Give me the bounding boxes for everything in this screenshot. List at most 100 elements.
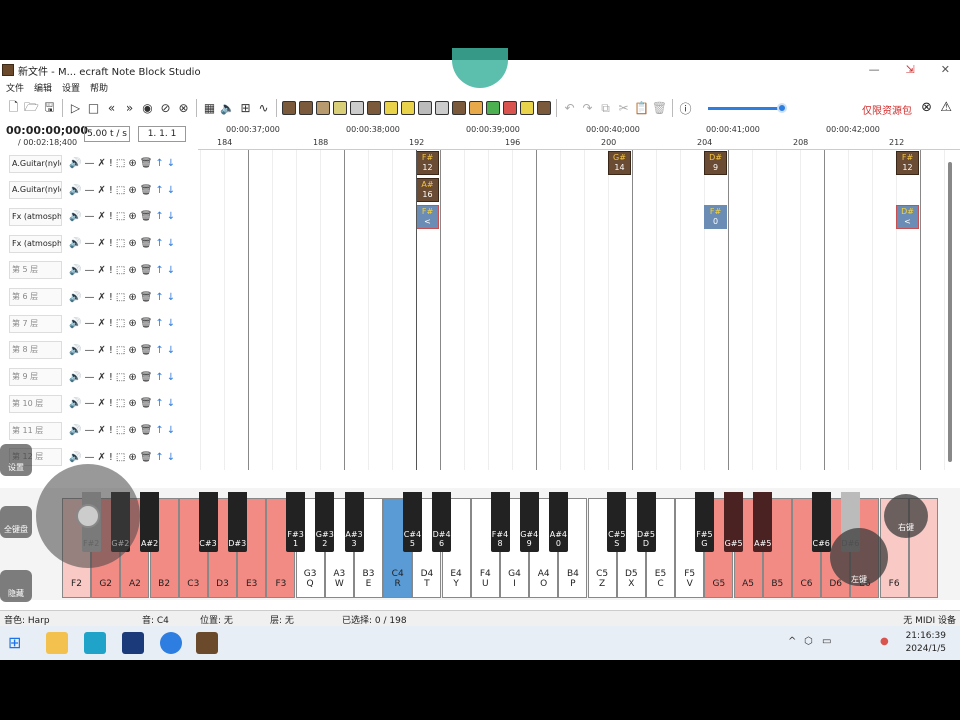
note-grid[interactable]: F# 12 A# 16 F# < G# 14 D# 9 F# 0 F# 12 D# < [198,150,948,470]
timeline-ruler[interactable]: 00:00:37;000 00:00:38;000 00:00:39;000 00:0… [198,122,960,150]
layer-select-icon[interactable]: ⬚ [116,398,125,409]
layer-stereo-icon[interactable]: — [84,158,94,169]
position-field[interactable]: 1. 1. 1 [138,126,186,142]
copy-icon[interactable]: ⧉ [598,101,613,116]
start-icon[interactable]: ⊞ [8,632,30,654]
layer-add-icon[interactable]: ⊕ [128,238,136,249]
layer-stereo-icon[interactable]: — [84,292,94,303]
info-icon[interactable]: ⓘ [678,101,693,116]
paste-icon[interactable]: 📋 [634,101,649,116]
instrument-bell-icon[interactable] [401,101,415,115]
layer-move-down-icon[interactable]: ↓ [167,238,175,249]
instrument-guitar-icon[interactable] [367,101,381,115]
layer-add-icon[interactable]: ⊕ [128,345,136,356]
piano-black-key[interactable]: C#3 [198,492,218,552]
layer-move-up-icon[interactable]: ↑ [155,238,163,249]
layer-name-field[interactable]: Fx (atmosph.) [9,234,62,253]
tray-display-icon[interactable]: ▭ [822,636,831,647]
layer-solo-icon[interactable]: ! [109,158,113,169]
layer-lock-icon[interactable]: ✗ [97,372,105,383]
layer-move-up-icon[interactable]: ↑ [155,452,163,463]
layer-solo-icon[interactable]: ! [109,372,113,383]
layer-solo-icon[interactable]: ! [109,318,113,329]
layer-stereo-icon[interactable]: — [84,452,94,463]
layer-stereo-icon[interactable]: — [84,265,94,276]
layer-delete-icon[interactable]: 🗑 [140,265,153,276]
layer-move-down-icon[interactable]: ↓ [167,185,175,196]
layer-move-down-icon[interactable]: ↓ [167,158,175,169]
layer-solo-icon[interactable]: ! [109,345,113,356]
layer-select-icon[interactable]: ⬚ [116,345,125,356]
layer-solo-icon[interactable]: ! [109,425,113,436]
layer-add-icon[interactable]: ⊕ [128,292,136,303]
note-block[interactable]: F# 12 [416,151,439,175]
instrument-iron-icon[interactable] [452,101,466,115]
app-cube-icon[interactable] [84,632,106,654]
metronome-icon[interactable]: ▦ [202,101,217,116]
open-file-icon[interactable]: 🗁 [24,100,39,116]
layer-stereo-icon[interactable]: — [84,345,94,356]
layer-lock-icon[interactable]: ✗ [97,185,105,196]
mute-icon[interactable]: ⊘ [158,101,173,116]
cut-icon[interactable]: ✂ [616,101,631,116]
layer-move-up-icon[interactable]: ↑ [155,372,163,383]
layer-solo-icon[interactable]: ! [109,211,113,222]
record-icon[interactable]: ◉ [140,101,155,116]
layer-name-field[interactable]: 第 5 层 [9,261,62,280]
instrument-chime-icon[interactable] [418,101,432,115]
layer-add-icon[interactable]: ⊕ [128,185,136,196]
layer-move-up-icon[interactable]: ↑ [155,398,163,409]
layer-lock-icon[interactable]: ✗ [97,452,105,463]
layer-stereo-icon[interactable]: — [84,425,94,436]
layer-volume-icon[interactable]: 🔊 [69,238,81,249]
keyboard-overlay-button[interactable]: 全键盘 [0,506,32,538]
compare-icon[interactable]: ⊞ [238,101,253,116]
layer-solo-icon[interactable]: ! [109,185,113,196]
volume-slider[interactable] [708,102,787,113]
note-block[interactable]: F# 12 [896,151,919,175]
warning-icon[interactable]: ⚠ [940,100,952,115]
piano-black-key[interactable]: D#4 6 [432,492,452,552]
layer-lock-icon[interactable]: ✗ [97,292,105,303]
minecraft-app-icon[interactable] [196,632,218,654]
layer-move-down-icon[interactable]: ↓ [167,345,175,356]
layer-add-icon[interactable]: ⊕ [128,452,136,463]
layer-name-field[interactable]: 第 8 层 [9,341,62,360]
layer-volume-icon[interactable]: 🔊 [69,211,81,222]
instrument-snare-icon[interactable] [333,101,347,115]
layer-add-icon[interactable]: ⊕ [128,318,136,329]
layer-move-down-icon[interactable]: ↓ [167,398,175,409]
piano-black-key[interactable]: D#3 [227,492,247,552]
layer-volume-icon[interactable]: 🔊 [69,158,81,169]
layer-volume-icon[interactable]: 🔊 [69,185,81,196]
layer-move-down-icon[interactable]: ↓ [167,318,175,329]
layer-delete-icon[interactable]: 🗑 [140,211,153,222]
layer-move-up-icon[interactable]: ↑ [155,318,163,329]
rewind-icon[interactable]: « [104,101,119,116]
close-circle-icon[interactable]: ⊗ [921,100,932,115]
layer-move-down-icon[interactable]: ↓ [167,452,175,463]
instrument-didgeridoo-icon[interactable] [486,101,500,115]
layer-move-up-icon[interactable]: ↑ [155,185,163,196]
layer-volume-icon[interactable]: 🔊 [69,398,81,409]
layer-delete-icon[interactable]: 🗑 [140,345,153,356]
piano-black-key[interactable]: C#5 S [607,492,627,552]
volume-icon[interactable]: 🔈 [220,101,235,116]
layer-select-icon[interactable]: ⬚ [116,265,125,276]
note-block[interactable]: A# 16 [416,178,439,202]
layer-volume-icon[interactable]: 🔊 [69,372,81,383]
tray-expand-icon[interactable]: ^ [788,636,796,647]
scrollbar-thumb[interactable] [948,162,952,462]
loop-icon[interactable]: ⊗ [176,101,191,116]
layer-name-field[interactable]: A.Guitar(nylo [9,154,62,173]
minimize-button[interactable]: — [869,63,880,76]
layer-delete-icon[interactable]: 🗑 [140,425,153,436]
layer-select-icon[interactable]: ⬚ [116,452,125,463]
piano-black-key[interactable]: A#5 [753,492,773,552]
tray-app-icon[interactable]: ⬡ [804,636,813,647]
menu-edit[interactable]: 编辑 [34,81,52,94]
joystick-knob[interactable] [76,504,100,528]
layer-lock-icon[interactable]: ✗ [97,158,105,169]
piano-black-key[interactable]: F#3 1 [286,492,306,552]
delete-icon[interactable]: 🗑 [652,101,667,116]
